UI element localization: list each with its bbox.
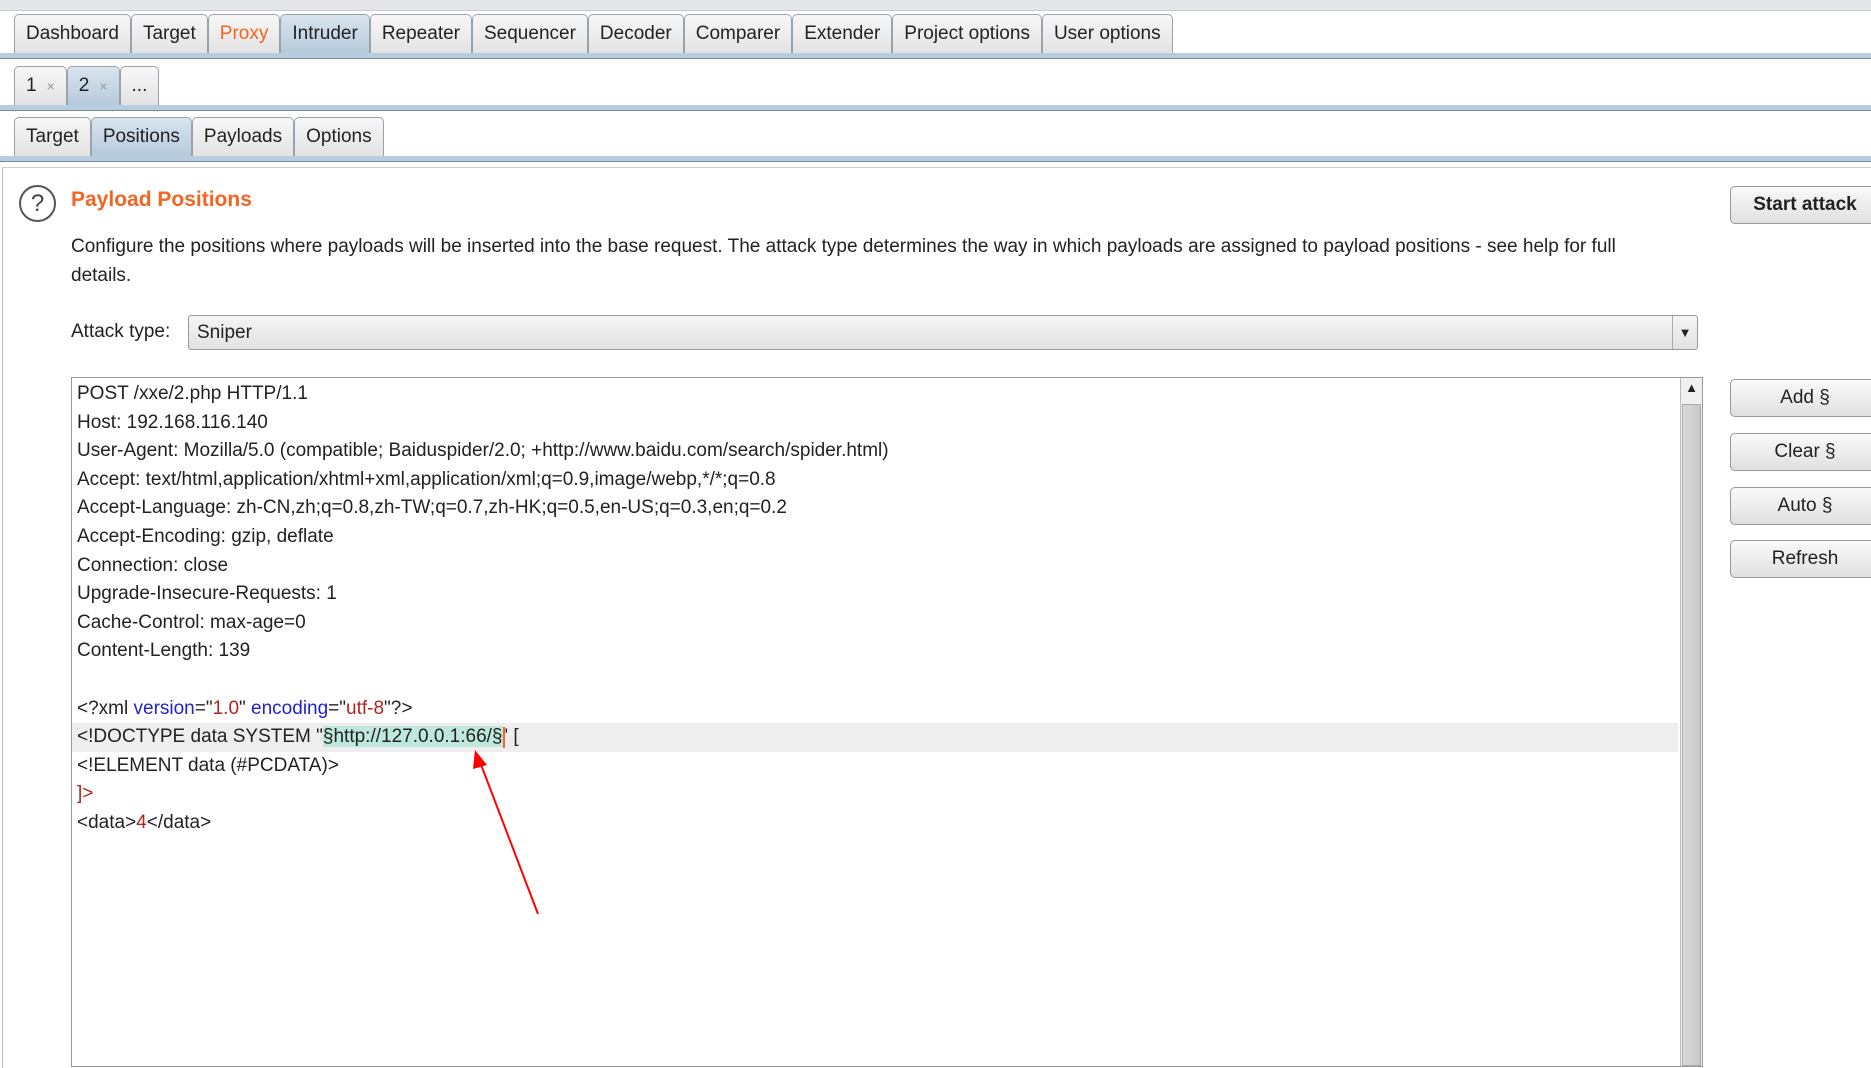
- auto-marker-button[interactable]: Auto §: [1730, 487, 1871, 525]
- tab-comparer[interactable]: Comparer: [683, 14, 793, 53]
- main-tab-bar: Dashboard Target Proxy Intruder Repeater Sequ…: [0, 14, 1871, 59]
- scroll-up-icon[interactable]: ▲: [1681, 380, 1702, 395]
- doctype-close-line: ]>: [77, 783, 94, 805]
- tab-label: Extender: [804, 23, 881, 44]
- request-line: Accept-Encoding: gzip, deflate: [77, 525, 334, 547]
- request-line: Content-Length: 139: [77, 640, 251, 662]
- panel-title: Payload Positions: [71, 188, 252, 211]
- close-tab-icon[interactable]: ×: [99, 78, 107, 94]
- tab-repeater[interactable]: Repeater: [369, 14, 472, 53]
- xml-attr: version: [133, 697, 195, 719]
- vertical-scrollbar[interactable]: ▲: [1680, 378, 1702, 1066]
- tab-extender[interactable]: Extender: [792, 14, 893, 53]
- tab-decoder[interactable]: Decoder: [587, 14, 684, 53]
- tab-label: User options: [1053, 23, 1161, 44]
- attack-tab-1[interactable]: 1 ×: [14, 66, 67, 105]
- xml-text: <data>: [77, 811, 137, 833]
- tab-label: Dashboard: [26, 23, 119, 44]
- tab-label: Payloads: [203, 126, 283, 147]
- xml-text: ' [: [504, 726, 519, 748]
- request-line: Cache-Control: max-age=0: [77, 611, 306, 633]
- request-editor[interactable]: POST /xxe/2.php HTTP/1.1 Host: 192.168.11…: [71, 377, 1703, 1067]
- request-line: User-Agent: Mozilla/5.0 (compatible; Bai…: [77, 440, 889, 462]
- panel-description: Configure the positions where payloads w…: [71, 236, 1616, 286]
- request-line: Upgrade-Insecure-Requests: 1: [77, 583, 337, 605]
- xml-text: </data>: [146, 811, 212, 833]
- close-tab-icon[interactable]: ×: [47, 78, 55, 94]
- xml-text: =": [194, 697, 213, 719]
- window-top-strip: [0, 0, 1871, 11]
- scrollbar-thumb[interactable]: [1682, 404, 1701, 1066]
- tab-label: Target: [142, 23, 196, 44]
- tab-target[interactable]: Target: [130, 14, 208, 53]
- tab-label: Comparer: [695, 23, 781, 44]
- attack-type-value: Sniper: [197, 322, 252, 343]
- tab-label: Sequencer: [484, 23, 576, 44]
- xml-text: <!DOCTYPE data SYSTEM ": [77, 726, 323, 748]
- xml-attr: encoding: [251, 697, 329, 719]
- request-text[interactable]: POST /xxe/2.php HTTP/1.1 Host: 192.168.11…: [72, 380, 1678, 838]
- element-line: <!ELEMENT data (#PCDATA)>: [77, 754, 339, 776]
- tab-label: ...: [131, 75, 148, 96]
- xml-value: utf-8: [346, 697, 385, 719]
- request-line: POST /xxe/2.php HTTP/1.1: [77, 383, 308, 404]
- xml-text: "?>: [384, 697, 413, 719]
- burp-window: Dashboard Target Proxy Intruder Repeater Sequ…: [0, 0, 1871, 1068]
- tab-label: Target: [26, 126, 79, 147]
- tab-label: Options: [306, 126, 372, 147]
- tab-label: Positions: [102, 126, 180, 147]
- subtab-options[interactable]: Options: [294, 117, 384, 156]
- refresh-button[interactable]: Refresh: [1730, 540, 1871, 578]
- request-line: Accept: text/html,application/xhtml+xml,…: [77, 468, 776, 490]
- help-icon[interactable]: ?: [19, 185, 56, 222]
- tab-user-options[interactable]: User options: [1041, 14, 1173, 53]
- tab-project-options[interactable]: Project options: [892, 14, 1042, 53]
- attack-type-select[interactable]: Sniper ▼: [188, 315, 1698, 350]
- tab-label: Repeater: [381, 23, 460, 44]
- xml-text: <?xml: [77, 697, 134, 719]
- tab-sequencer[interactable]: Sequencer: [472, 14, 588, 53]
- tab-label: 1: [26, 75, 37, 96]
- subtab-positions[interactable]: Positions: [90, 117, 192, 156]
- data-line: <data>4</data>: [77, 809, 1678, 838]
- attack-tab--[interactable]: ...: [119, 66, 160, 105]
- positions-panel: ? Payload Positions Configure the positi…: [2, 167, 1871, 1068]
- add-marker-button[interactable]: Add §: [1730, 379, 1871, 417]
- tab-label: Intruder: [292, 23, 358, 44]
- attack-tab-2[interactable]: 2 ×: [66, 66, 120, 105]
- start-attack-button[interactable]: Start attack: [1730, 186, 1871, 224]
- tab-label: Decoder: [599, 23, 672, 44]
- xml-text: =": [328, 697, 347, 719]
- request-line: [77, 666, 1678, 695]
- tab-intruder[interactable]: Intruder: [280, 14, 370, 53]
- payload-position-marker[interactable]: §http://127.0.0.1:66/§: [322, 726, 503, 748]
- xml-value: 1.0: [212, 697, 240, 719]
- xml-declaration-line: <?xml version="1.0" encoding="utf-8"?>: [77, 695, 1678, 724]
- attack-type-label: Attack type:: [71, 321, 171, 342]
- subtab-payloads[interactable]: Payloads: [191, 117, 295, 156]
- request-line: Connection: close: [77, 554, 229, 576]
- chevron-down-icon[interactable]: ▼: [1672, 316, 1697, 349]
- tab-proxy[interactable]: Proxy: [207, 14, 281, 53]
- attack-tab-bar: 1 × 2 ×...: [0, 66, 1871, 111]
- tab-label: 2: [78, 75, 90, 96]
- tab-dashboard[interactable]: Dashboard: [14, 14, 131, 53]
- clear-marker-button[interactable]: Clear §: [1730, 433, 1871, 471]
- xml-value: 4: [136, 811, 147, 833]
- request-line: Accept-Language: zh-CN,zh;q=0.8,zh-TW;q=…: [77, 497, 787, 519]
- sub-tab-bar: Target Positions Payloads Options: [0, 117, 1871, 162]
- doctype-line: <!DOCTYPE data SYSTEM "§http://127.0.0.1…: [72, 723, 1678, 752]
- xml-text: ": [239, 697, 252, 719]
- tab-label: Project options: [904, 23, 1030, 44]
- tab-label: Proxy: [219, 23, 269, 44]
- subtab-target[interactable]: Target: [14, 117, 91, 156]
- request-line: Host: 192.168.116.140: [77, 411, 268, 433]
